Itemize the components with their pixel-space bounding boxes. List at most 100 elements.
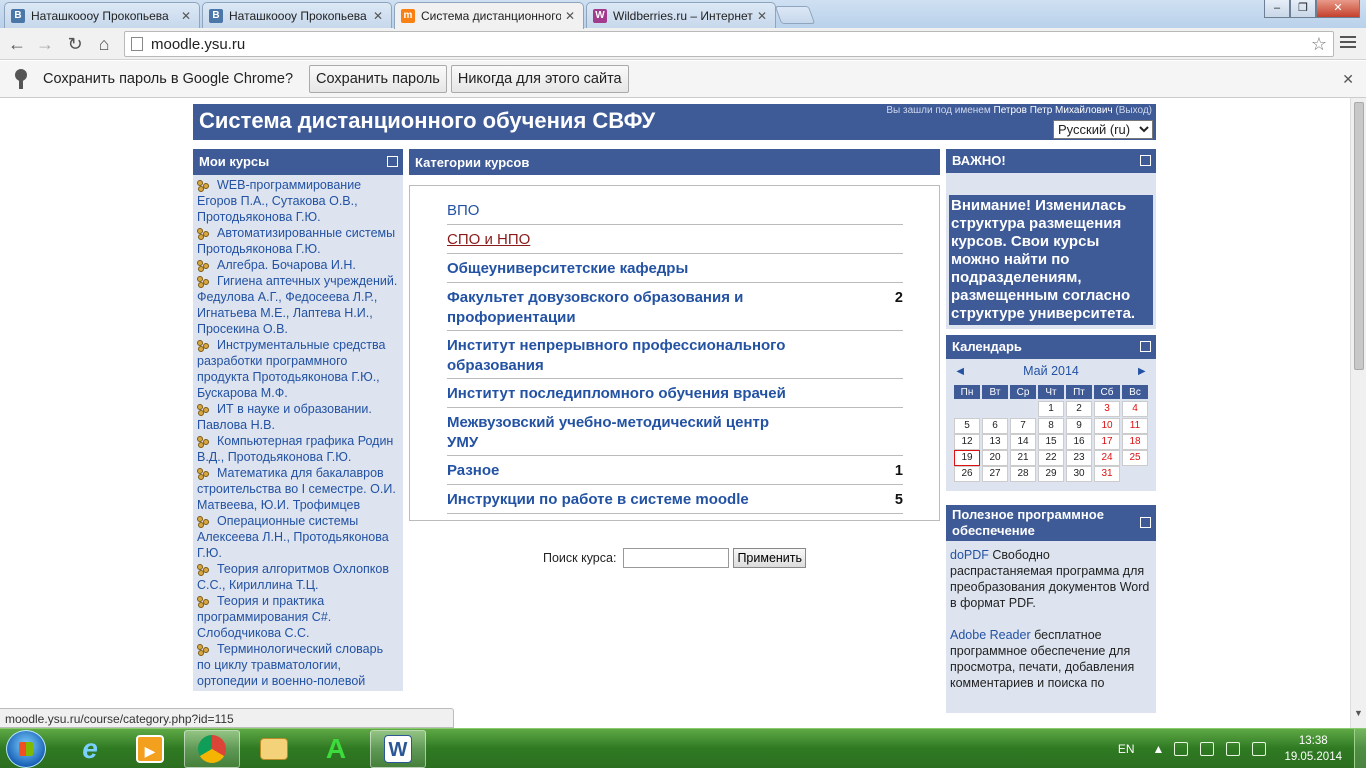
calendar-day[interactable]: 7 (1010, 418, 1036, 434)
category-link[interactable]: Институт последипломного обучения врачей (447, 384, 787, 404)
language-select[interactable]: Русский (ru) (1053, 120, 1153, 139)
scrollbar-thumb[interactable] (1354, 102, 1364, 370)
calendar-day[interactable]: 11 (1122, 418, 1148, 434)
clock[interactable]: 13:38 19.05.2014 (1284, 733, 1342, 765)
apply-button[interactable]: Применить (733, 548, 807, 568)
calendar-day[interactable]: 13 (982, 434, 1008, 450)
category-link[interactable]: Общеуниверситетские кафедры (447, 259, 787, 279)
hide-block-icon[interactable] (387, 156, 398, 167)
forward-arrow-icon[interactable]: → (34, 33, 56, 55)
tab-vk-1[interactable]: B Наташкоооу Прокопьева ✕ (4, 2, 200, 28)
address-bar[interactable]: ☆ (124, 31, 1334, 57)
calendar-day[interactable]: 14 (1010, 434, 1036, 450)
hide-block-icon[interactable] (1140, 517, 1151, 528)
calendar-day[interactable]: 5 (954, 418, 980, 434)
category-link[interactable]: Межвузовский учебно-методический центр У… (447, 413, 787, 453)
volume-icon[interactable] (1252, 742, 1267, 756)
internet-explorer-icon[interactable]: e (62, 730, 118, 768)
calendar-day[interactable]: 10 (1094, 418, 1120, 434)
calendar-day[interactable]: 25 (1122, 450, 1148, 466)
course-link[interactable]: Терминологический словарь по циклу травм… (197, 641, 399, 689)
minimize-icon[interactable]: – (1264, 0, 1290, 18)
calendar-day[interactable]: 20 (982, 450, 1008, 466)
dopdf-link[interactable]: doPDF (950, 548, 989, 562)
calendar-day[interactable]: 12 (954, 434, 980, 450)
network-icon[interactable] (1226, 742, 1241, 756)
category-link[interactable]: СПО и НПО (447, 230, 787, 250)
next-month-icon[interactable]: ► (1136, 363, 1148, 385)
bookmark-star-icon[interactable]: ☆ (1311, 34, 1327, 55)
url-input[interactable] (151, 35, 1291, 53)
calendar-day[interactable]: 16 (1066, 434, 1092, 450)
calendar-day[interactable]: 26 (954, 466, 980, 482)
tab-vk-2[interactable]: B Наташкоооу Прокопьева ✕ (202, 2, 392, 28)
calendar-day[interactable]: 23 (1066, 450, 1092, 466)
category-link[interactable]: Инструкции по работе в системе moodle (447, 490, 787, 510)
new-tab-button[interactable] (774, 6, 816, 24)
app-a-icon[interactable]: A (308, 730, 364, 768)
close-icon[interactable]: ✕ (1342, 71, 1354, 88)
home-icon[interactable]: ⌂ (93, 33, 115, 55)
calendar-day[interactable]: 4 (1122, 401, 1148, 417)
category-link[interactable]: Институт непрерывного профессионального … (447, 336, 787, 376)
calendar-day[interactable]: 27 (982, 466, 1008, 482)
calendar-day[interactable]: 15 (1038, 434, 1064, 450)
calendar-day[interactable]: 22 (1038, 450, 1064, 466)
user-name-link[interactable]: Петров Петр Михайлович (994, 105, 1113, 116)
scroll-down-icon[interactable]: ▼ (1354, 708, 1363, 718)
maximize-icon[interactable]: ❐ (1290, 0, 1316, 18)
prev-month-icon[interactable]: ◄ (954, 363, 966, 385)
calendar-day[interactable]: 8 (1038, 418, 1064, 434)
calendar-day[interactable]: 19 (954, 450, 980, 466)
calendar-day[interactable]: 18 (1122, 434, 1148, 450)
search-input[interactable] (623, 548, 730, 568)
calendar-day[interactable]: 9 (1066, 418, 1092, 434)
course-link[interactable]: Автоматизированные системы Протодьяконов… (197, 225, 399, 257)
chrome-menu-icon[interactable] (1340, 36, 1356, 51)
start-button[interactable] (6, 730, 46, 768)
tab-moodle[interactable]: m Система дистанционного ✕ (394, 2, 584, 29)
tab-wildberries[interactable]: W Wildberries.ru – Интернет ✕ (586, 2, 776, 28)
show-hidden-icons[interactable]: ▲ (1153, 742, 1165, 756)
calendar-day[interactable]: 3 (1094, 401, 1120, 417)
close-icon[interactable]: ✕ (565, 9, 577, 23)
calendar-day[interactable]: 29 (1038, 466, 1064, 482)
calendar-day[interactable]: 17 (1094, 434, 1120, 450)
course-link[interactable]: Теория алгоритмов Охлопков С.С., Кирилли… (197, 561, 399, 593)
save-password-button[interactable]: Сохранить пароль (309, 65, 447, 93)
close-icon[interactable]: ✕ (757, 9, 769, 23)
course-link[interactable]: Гигиена аптечных учреждений. Федулова А.… (197, 273, 399, 337)
logout-link[interactable]: (Выход) (1115, 105, 1152, 116)
hide-block-icon[interactable] (1140, 155, 1151, 166)
calendar-day[interactable]: 24 (1094, 450, 1120, 466)
device-icon[interactable] (1200, 742, 1215, 756)
category-link[interactable]: ВПО (447, 201, 787, 221)
course-link[interactable]: Компьютерная графика Родин В.Д., Протодь… (197, 433, 399, 465)
close-icon[interactable]: ✕ (373, 9, 385, 23)
media-player-icon[interactable]: ▶ (122, 730, 178, 768)
calendar-month-link[interactable]: Май 2014 (1023, 363, 1079, 385)
course-link[interactable]: WEB-программирование Егоров П.А., Сутако… (197, 177, 399, 225)
course-link[interactable]: Операционные системы Алексеева Л.Н., Про… (197, 513, 399, 561)
flag-icon[interactable] (1174, 742, 1189, 756)
calendar-day[interactable]: 21 (1010, 450, 1036, 466)
adobe-reader-link[interactable]: Adobe Reader (950, 628, 1031, 642)
file-explorer-icon[interactable] (246, 730, 302, 768)
calendar-day[interactable]: 6 (982, 418, 1008, 434)
back-arrow-icon[interactable]: ← (6, 33, 28, 55)
hide-block-icon[interactable] (1140, 341, 1151, 352)
course-link[interactable]: Алгебра. Бочарова И.Н. (197, 257, 399, 273)
never-save-button[interactable]: Никогда для этого сайта (450, 65, 629, 93)
calendar-day[interactable]: 2 (1066, 401, 1092, 417)
course-link[interactable]: ИТ в науке и образовании. Павлова Н.В. (197, 401, 399, 433)
close-window-icon[interactable]: ✕ (1316, 0, 1360, 18)
category-link[interactable]: Разное (447, 461, 787, 481)
course-link[interactable]: Математика для бакалавров строительства … (197, 465, 399, 513)
chrome-taskbar-icon[interactable] (184, 730, 240, 768)
category-link[interactable]: Факультет довузовского образования и про… (447, 288, 787, 328)
show-desktop-button[interactable] (1354, 729, 1366, 768)
calendar-day[interactable]: 30 (1066, 466, 1092, 482)
reload-icon[interactable]: ↻ (64, 33, 86, 55)
word-icon[interactable]: W (370, 730, 426, 768)
calendar-day[interactable]: 31 (1094, 466, 1120, 482)
